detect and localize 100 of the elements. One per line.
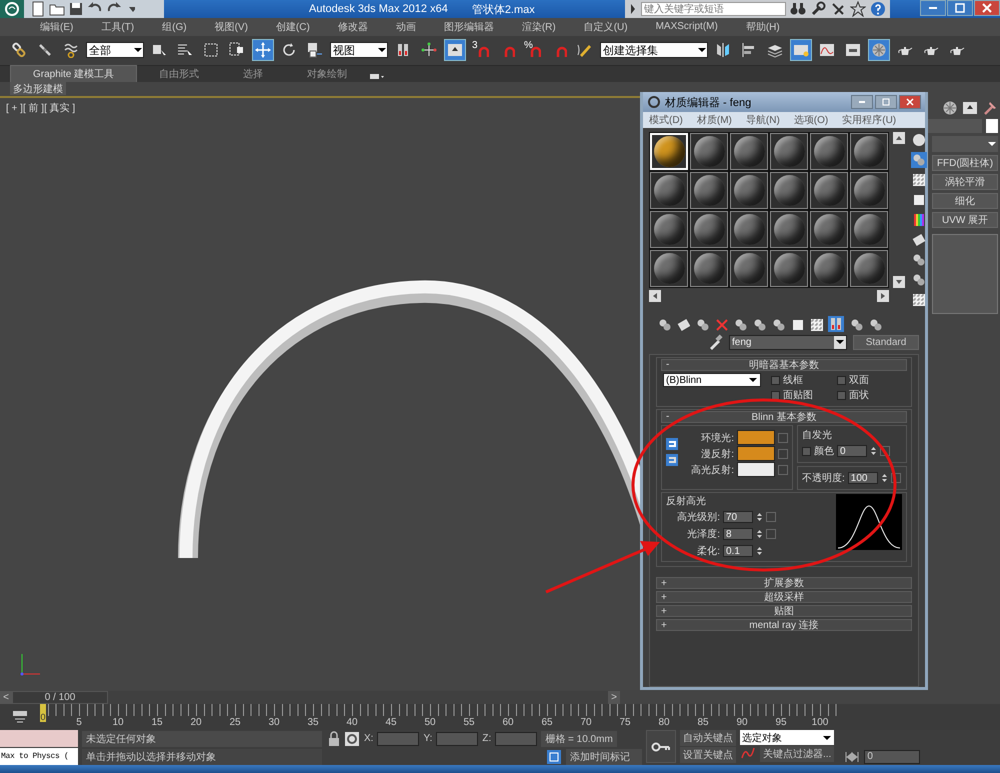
square-icon[interactable] (790, 317, 804, 331)
modifier-button[interactable]: UVW 展开 (932, 212, 998, 228)
spheres-icon[interactable] (911, 272, 927, 288)
lock-link-icon[interactable] (666, 454, 678, 466)
spinner-field[interactable]: 70 (723, 511, 753, 523)
add-time-tag-button[interactable]: 添加时间标记 (566, 748, 642, 764)
rollout-header[interactable]: + mental ray 连接 (656, 619, 912, 631)
close-button[interactable] (899, 95, 921, 109)
spheres-icon[interactable] (695, 317, 709, 331)
spheres-icon[interactable] (657, 317, 671, 331)
material-name-field[interactable]: feng (729, 334, 847, 350)
track-bar-icon[interactable] (12, 709, 28, 725)
color-swatch[interactable] (737, 462, 775, 477)
checkbox[interactable] (771, 376, 780, 384)
time-slider-thumb[interactable]: 0 (40, 704, 46, 722)
app-logo-icon[interactable] (647, 95, 661, 109)
ribbon-tab[interactable]: 自由形式 (137, 66, 222, 82)
menu-item[interactable]: 图形编辑器 (434, 20, 504, 34)
menu-item[interactable]: 工具(T) (91, 20, 144, 34)
menu-item[interactable]: MAXScript(M) (646, 21, 728, 32)
text-field[interactable] (928, 118, 982, 133)
save-icon[interactable] (68, 1, 84, 17)
menu-item[interactable]: 选项(O) (794, 113, 828, 127)
sphere-icon[interactable] (911, 132, 927, 148)
new-file-icon[interactable] (30, 1, 46, 17)
hammer-icon[interactable] (982, 100, 998, 116)
checkbox[interactable] (771, 390, 780, 400)
color-swatch[interactable] (737, 430, 775, 445)
spinner-arrows-icon[interactable] (756, 511, 763, 523)
key-filters-button[interactable]: 关键点过滤器... (760, 746, 834, 762)
minimize-button[interactable] (920, 0, 946, 16)
close-button[interactable] (974, 0, 1000, 16)
spinner-field[interactable]: 0 (837, 445, 867, 457)
lock-link-icon[interactable] (666, 438, 678, 450)
spheres-icon[interactable] (752, 317, 766, 331)
spinner-field[interactable]: 100 (848, 472, 878, 484)
gear-icon[interactable] (344, 730, 360, 746)
menu-item[interactable]: 实用程序(U) (842, 113, 896, 127)
scroll-right-icon[interactable] (877, 290, 889, 302)
bars-icon[interactable] (828, 316, 844, 332)
spinner-arrows-icon[interactable] (756, 545, 763, 557)
dropdown[interactable]: 视图 (330, 42, 388, 58)
checker-icon[interactable] (809, 317, 823, 331)
color-swatch[interactable] (737, 446, 775, 461)
menu-item[interactable]: 材质(M) (696, 113, 732, 127)
help-icon[interactable] (870, 1, 886, 17)
set-key-mode-button[interactable]: 设置关键点 (680, 747, 736, 763)
rainbow-icon[interactable] (911, 212, 927, 228)
modifier-button[interactable]: FFD(圆柱体) (932, 154, 998, 171)
toolbar-button[interactable] (790, 39, 812, 62)
menu-item[interactable]: 编辑(E) (30, 20, 84, 34)
spinner-field[interactable]: 8 (723, 528, 753, 540)
viewport-label[interactable]: [ + ][ 前 ][ 真实 ] (6, 100, 76, 115)
rollout-header[interactable]: - Blinn 基本参数 (661, 411, 907, 423)
checker-icon[interactable] (911, 292, 927, 308)
spinner-field[interactable]: 0.1 (723, 545, 753, 557)
auto-key-button[interactable]: 自动关键点 (680, 730, 736, 746)
scroll-up-icon[interactable] (893, 132, 905, 144)
maximize-button[interactable] (875, 95, 897, 109)
lock-icon[interactable] (326, 730, 340, 746)
material-type-button[interactable]: Standard (853, 334, 919, 350)
spheres-icon[interactable] (868, 317, 882, 331)
previous-frame-button[interactable]: < (0, 690, 12, 704)
menu-item[interactable]: 自定义(U) (574, 20, 638, 34)
toolbar-button[interactable] (252, 39, 274, 62)
modifier-button[interactable]: 涡轮平滑 (932, 174, 998, 190)
spinner-arrows-icon[interactable] (880, 472, 888, 484)
menu-item[interactable]: 模式(D) (649, 113, 683, 127)
screen-icon[interactable] (962, 100, 978, 116)
rollout-header[interactable]: + 超级采样 (656, 591, 912, 603)
menu-item[interactable]: 视图(V) (204, 20, 258, 34)
color-swatch[interactable] (986, 118, 998, 133)
spheres-icon[interactable] (911, 252, 927, 268)
wrench-icon[interactable] (810, 1, 826, 17)
coordinate-field[interactable] (377, 732, 420, 746)
menu-item[interactable]: 动画 (386, 20, 426, 34)
toolbar-button[interactable]: % (522, 39, 544, 62)
star-icon[interactable] (850, 1, 866, 17)
key-mode-dropdown[interactable]: 选定对象 (740, 730, 834, 745)
checkbox[interactable] (802, 446, 811, 456)
toolbar-button[interactable] (444, 39, 466, 62)
scroll-left-icon[interactable] (649, 290, 661, 302)
menu-item[interactable]: 渲染(R) (512, 20, 566, 34)
set-key-button[interactable] (646, 730, 676, 763)
next-frame-button[interactable]: > (608, 690, 620, 704)
toolbar-button[interactable] (868, 39, 890, 62)
rollout-header[interactable]: + 扩展参数 (656, 577, 912, 589)
menu-item[interactable]: 创建(C) (266, 20, 320, 34)
ribbon-tab[interactable]: 对象绘制 (285, 66, 370, 82)
rollout-header[interactable]: + 贴图 (656, 605, 912, 617)
x-icon[interactable] (714, 317, 728, 331)
time-tag-icon[interactable] (546, 748, 562, 764)
ribbon-tab[interactable]: Graphite 建模工具 (10, 64, 138, 82)
search-field[interactable]: 键入关键字或短语 (641, 2, 786, 16)
menu-item[interactable]: 修改器 (328, 20, 378, 34)
menu-item[interactable]: 帮助(H) (736, 20, 790, 34)
rollout-header[interactable]: - 明暗器基本参数 (661, 359, 907, 371)
current-frame-field[interactable]: 0 (864, 750, 920, 764)
shader-dropdown[interactable]: (B)Blinn (663, 373, 761, 387)
scroll-down-icon[interactable] (893, 276, 905, 288)
